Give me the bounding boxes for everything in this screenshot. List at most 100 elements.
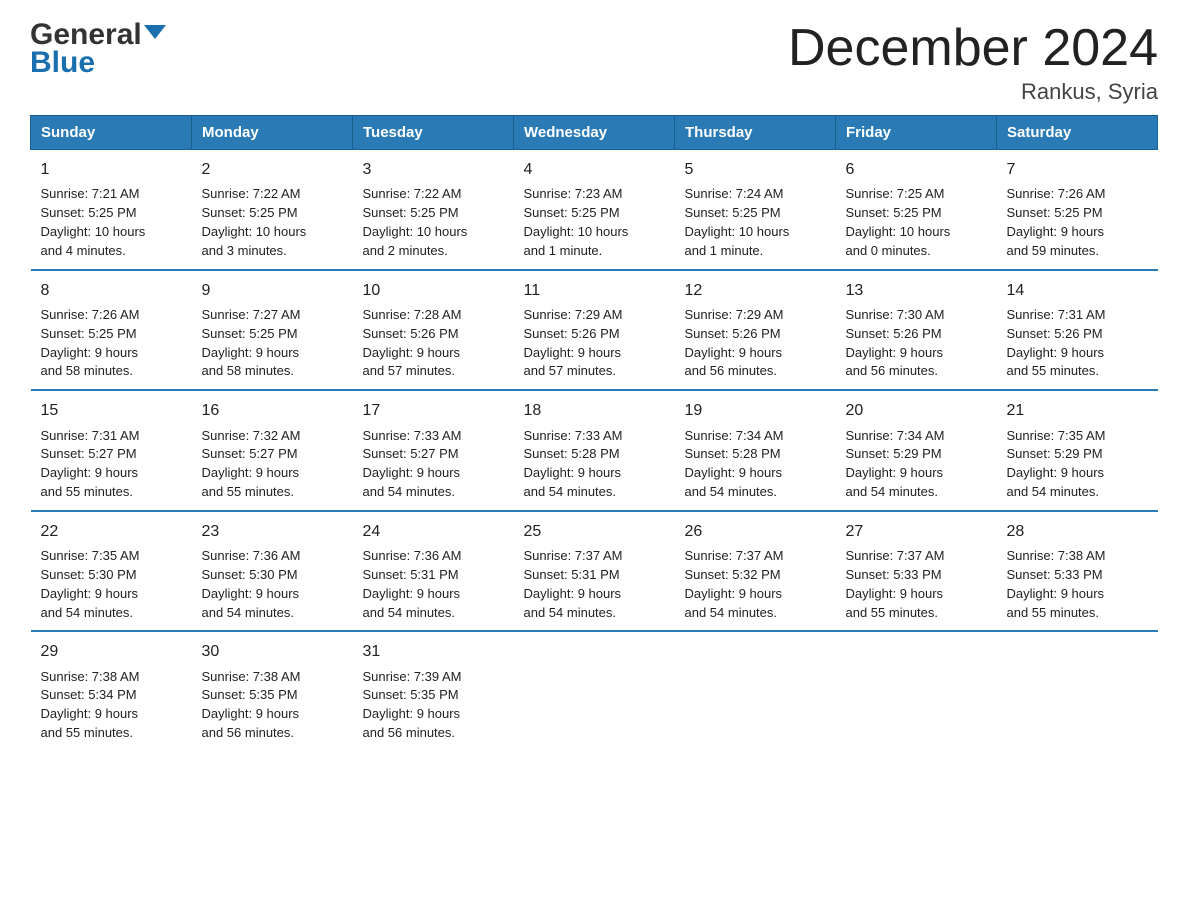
table-cell: 14 Sunrise: 7:31 AMSunset: 5:26 PMDaylig… [997, 270, 1158, 391]
cell-info: Sunrise: 7:28 AMSunset: 5:26 PMDaylight:… [363, 307, 462, 379]
day-number: 19 [685, 399, 826, 422]
page-subtitle: Rankus, Syria [788, 79, 1158, 105]
cell-info: Sunrise: 7:29 AMSunset: 5:26 PMDaylight:… [685, 307, 784, 379]
cell-info: Sunrise: 7:38 AMSunset: 5:35 PMDaylight:… [202, 669, 301, 741]
calendar-week-row: 22 Sunrise: 7:35 AMSunset: 5:30 PMDaylig… [31, 511, 1158, 632]
day-number: 8 [41, 279, 182, 302]
day-number: 25 [524, 520, 665, 543]
page-title: December 2024 [788, 20, 1158, 77]
col-wednesday: Wednesday [514, 116, 675, 150]
day-number: 18 [524, 399, 665, 422]
col-thursday: Thursday [675, 116, 836, 150]
calendar-table: Sunday Monday Tuesday Wednesday Thursday… [30, 115, 1158, 751]
calendar-week-row: 8 Sunrise: 7:26 AMSunset: 5:25 PMDayligh… [31, 270, 1158, 391]
table-cell: 31 Sunrise: 7:39 AMSunset: 5:35 PMDaylig… [353, 631, 514, 751]
cell-info: Sunrise: 7:29 AMSunset: 5:26 PMDaylight:… [524, 307, 623, 379]
cell-info: Sunrise: 7:21 AMSunset: 5:25 PMDaylight:… [41, 186, 146, 258]
day-number: 5 [685, 158, 826, 181]
day-number: 27 [846, 520, 987, 543]
day-number: 9 [202, 279, 343, 302]
day-number: 11 [524, 279, 665, 302]
day-number: 20 [846, 399, 987, 422]
cell-info: Sunrise: 7:37 AMSunset: 5:31 PMDaylight:… [524, 548, 623, 620]
table-cell: 15 Sunrise: 7:31 AMSunset: 5:27 PMDaylig… [31, 390, 192, 511]
table-cell: 17 Sunrise: 7:33 AMSunset: 5:27 PMDaylig… [353, 390, 514, 511]
col-friday: Friday [836, 116, 997, 150]
table-cell [997, 631, 1158, 751]
day-number: 30 [202, 640, 343, 663]
cell-info: Sunrise: 7:32 AMSunset: 5:27 PMDaylight:… [202, 428, 301, 500]
table-cell [675, 631, 836, 751]
day-number: 24 [363, 520, 504, 543]
col-tuesday: Tuesday [353, 116, 514, 150]
table-cell: 25 Sunrise: 7:37 AMSunset: 5:31 PMDaylig… [514, 511, 675, 632]
table-cell: 7 Sunrise: 7:26 AMSunset: 5:25 PMDayligh… [997, 150, 1158, 270]
logo: General Blue [30, 20, 166, 80]
col-sunday: Sunday [31, 116, 192, 150]
day-number: 28 [1007, 520, 1148, 543]
table-cell: 6 Sunrise: 7:25 AMSunset: 5:25 PMDayligh… [836, 150, 997, 270]
cell-info: Sunrise: 7:36 AMSunset: 5:31 PMDaylight:… [363, 548, 462, 620]
day-number: 26 [685, 520, 826, 543]
table-cell: 5 Sunrise: 7:24 AMSunset: 5:25 PMDayligh… [675, 150, 836, 270]
cell-info: Sunrise: 7:24 AMSunset: 5:25 PMDaylight:… [685, 186, 790, 258]
cell-info: Sunrise: 7:33 AMSunset: 5:27 PMDaylight:… [363, 428, 462, 500]
cell-info: Sunrise: 7:35 AMSunset: 5:29 PMDaylight:… [1007, 428, 1106, 500]
table-cell: 2 Sunrise: 7:22 AMSunset: 5:25 PMDayligh… [192, 150, 353, 270]
table-cell: 11 Sunrise: 7:29 AMSunset: 5:26 PMDaylig… [514, 270, 675, 391]
day-number: 31 [363, 640, 504, 663]
title-area: December 2024 Rankus, Syria [788, 20, 1158, 105]
calendar-week-row: 1 Sunrise: 7:21 AMSunset: 5:25 PMDayligh… [31, 150, 1158, 270]
table-cell: 9 Sunrise: 7:27 AMSunset: 5:25 PMDayligh… [192, 270, 353, 391]
cell-info: Sunrise: 7:25 AMSunset: 5:25 PMDaylight:… [846, 186, 951, 258]
page-header: General Blue December 2024 Rankus, Syria [30, 20, 1158, 105]
table-cell: 3 Sunrise: 7:22 AMSunset: 5:25 PMDayligh… [353, 150, 514, 270]
table-cell: 8 Sunrise: 7:26 AMSunset: 5:25 PMDayligh… [31, 270, 192, 391]
table-cell: 16 Sunrise: 7:32 AMSunset: 5:27 PMDaylig… [192, 390, 353, 511]
day-number: 10 [363, 279, 504, 302]
day-number: 29 [41, 640, 182, 663]
table-cell: 19 Sunrise: 7:34 AMSunset: 5:28 PMDaylig… [675, 390, 836, 511]
day-number: 6 [846, 158, 987, 181]
day-number: 4 [524, 158, 665, 181]
table-cell: 12 Sunrise: 7:29 AMSunset: 5:26 PMDaylig… [675, 270, 836, 391]
table-cell: 26 Sunrise: 7:37 AMSunset: 5:32 PMDaylig… [675, 511, 836, 632]
day-number: 12 [685, 279, 826, 302]
cell-info: Sunrise: 7:35 AMSunset: 5:30 PMDaylight:… [41, 548, 140, 620]
day-number: 2 [202, 158, 343, 181]
logo-blue-text: Blue [30, 46, 95, 80]
cell-info: Sunrise: 7:22 AMSunset: 5:25 PMDaylight:… [363, 186, 468, 258]
table-cell: 27 Sunrise: 7:37 AMSunset: 5:33 PMDaylig… [836, 511, 997, 632]
cell-info: Sunrise: 7:23 AMSunset: 5:25 PMDaylight:… [524, 186, 629, 258]
table-cell: 29 Sunrise: 7:38 AMSunset: 5:34 PMDaylig… [31, 631, 192, 751]
table-cell: 24 Sunrise: 7:36 AMSunset: 5:31 PMDaylig… [353, 511, 514, 632]
table-cell: 30 Sunrise: 7:38 AMSunset: 5:35 PMDaylig… [192, 631, 353, 751]
col-monday: Monday [192, 116, 353, 150]
cell-info: Sunrise: 7:39 AMSunset: 5:35 PMDaylight:… [363, 669, 462, 741]
calendar-week-row: 29 Sunrise: 7:38 AMSunset: 5:34 PMDaylig… [31, 631, 1158, 751]
cell-info: Sunrise: 7:30 AMSunset: 5:26 PMDaylight:… [846, 307, 945, 379]
table-cell: 23 Sunrise: 7:36 AMSunset: 5:30 PMDaylig… [192, 511, 353, 632]
col-saturday: Saturday [997, 116, 1158, 150]
day-number: 22 [41, 520, 182, 543]
calendar-header-row: Sunday Monday Tuesday Wednesday Thursday… [31, 116, 1158, 150]
cell-info: Sunrise: 7:26 AMSunset: 5:25 PMDaylight:… [41, 307, 140, 379]
table-cell: 22 Sunrise: 7:35 AMSunset: 5:30 PMDaylig… [31, 511, 192, 632]
table-cell: 1 Sunrise: 7:21 AMSunset: 5:25 PMDayligh… [31, 150, 192, 270]
day-number: 16 [202, 399, 343, 422]
day-number: 3 [363, 158, 504, 181]
cell-info: Sunrise: 7:37 AMSunset: 5:32 PMDaylight:… [685, 548, 784, 620]
cell-info: Sunrise: 7:33 AMSunset: 5:28 PMDaylight:… [524, 428, 623, 500]
table-cell: 18 Sunrise: 7:33 AMSunset: 5:28 PMDaylig… [514, 390, 675, 511]
calendar-week-row: 15 Sunrise: 7:31 AMSunset: 5:27 PMDaylig… [31, 390, 1158, 511]
logo-arrow-icon [144, 21, 166, 43]
cell-info: Sunrise: 7:22 AMSunset: 5:25 PMDaylight:… [202, 186, 307, 258]
table-cell: 4 Sunrise: 7:23 AMSunset: 5:25 PMDayligh… [514, 150, 675, 270]
cell-info: Sunrise: 7:34 AMSunset: 5:28 PMDaylight:… [685, 428, 784, 500]
cell-info: Sunrise: 7:38 AMSunset: 5:34 PMDaylight:… [41, 669, 140, 741]
cell-info: Sunrise: 7:36 AMSunset: 5:30 PMDaylight:… [202, 548, 301, 620]
day-number: 23 [202, 520, 343, 543]
cell-info: Sunrise: 7:27 AMSunset: 5:25 PMDaylight:… [202, 307, 301, 379]
day-number: 15 [41, 399, 182, 422]
cell-info: Sunrise: 7:34 AMSunset: 5:29 PMDaylight:… [846, 428, 945, 500]
